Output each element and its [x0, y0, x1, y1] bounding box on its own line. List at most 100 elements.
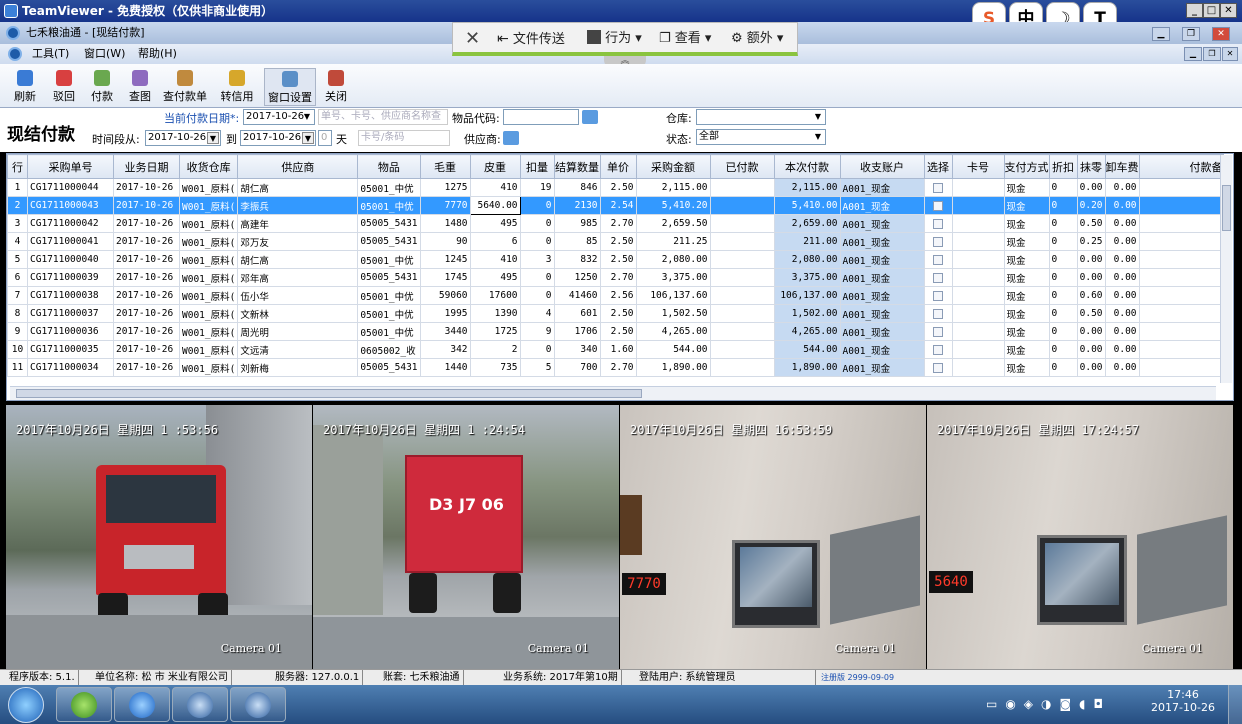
select-checkbox[interactable]	[933, 362, 944, 373]
column-header[interactable]: 选择	[923, 154, 953, 179]
taskbar-teamviewer[interactable]	[114, 687, 170, 722]
camera-view-2[interactable]: D3 J7 06 2017年10月26日 星期四 1 :24:54 Camera…	[313, 405, 619, 669]
table-row[interactable]: 2 CG1711000043 2017-10-26 W001_原料(李振兵 05001_…	[7, 196, 1224, 215]
range-from-input[interactable]: 2017-10-26 ▼	[145, 130, 221, 146]
table-cell[interactable]	[923, 304, 953, 323]
select-checkbox[interactable]	[933, 308, 944, 319]
status-select[interactable]: 全部 ▼	[696, 129, 826, 145]
app-close-button[interactable]: ✕	[1212, 27, 1230, 41]
table-cell[interactable]	[923, 250, 953, 269]
column-header[interactable]: 采购金额	[635, 154, 711, 179]
column-header[interactable]: 结算数量	[553, 154, 601, 179]
taskbar-app-2[interactable]	[230, 687, 286, 722]
table-cell[interactable]	[923, 196, 953, 215]
table-row[interactable]: 4 CG1711000041 2017-10-26 W001_原料(邓万友 05005_…	[7, 232, 1224, 251]
close-window-button[interactable]: ✕	[1220, 3, 1237, 18]
taskbar-app-1[interactable]	[172, 687, 228, 722]
camera-view-3[interactable]: 7770 2017年10月26日 星期四 16:53:59 Camera 01	[620, 405, 926, 669]
close-icon[interactable]: ✕	[465, 29, 480, 49]
minimize-button[interactable]: _	[1186, 3, 1203, 18]
extras-menu-button[interactable]: ⚙ 额外 ▾	[731, 29, 783, 49]
search-payment-button[interactable]: 查付款单	[160, 68, 210, 106]
select-checkbox[interactable]	[933, 290, 944, 301]
clock[interactable]: 17:46 2017-10-26	[1148, 688, 1218, 714]
table-row[interactable]: 6 CG1711000039 2017-10-26 W001_原料(邓年高 05005_…	[7, 268, 1224, 287]
menu-window[interactable]: 窗口(W)	[84, 44, 125, 64]
table-row[interactable]: 7 CG1711000038 2017-10-26 W001_原料(伍小华 05001_…	[7, 286, 1224, 305]
table-row[interactable]: 3 CG1711000042 2017-10-26 W001_原料(高建年 05005_…	[7, 214, 1224, 233]
taskbar-browser[interactable]	[56, 687, 112, 722]
select-checkbox[interactable]	[933, 344, 944, 355]
camera-view-4[interactable]: 5640 2017年10月26日 星期四 17:24:57 Camera 01	[927, 405, 1233, 669]
refresh-button[interactable]: 刷新	[8, 68, 42, 106]
mdi-restore-button[interactable]: ❐	[1203, 47, 1221, 61]
column-header[interactable]: 折扣	[1048, 154, 1078, 179]
app-minimize-button[interactable]: ▁	[1152, 27, 1170, 41]
column-header[interactable]: 采购单号	[27, 154, 114, 179]
table-row[interactable]: 10 CG1711000035 2017-10-26 W001_原料(文远清 06050…	[7, 340, 1224, 359]
column-header[interactable]: 业务日期	[113, 154, 180, 179]
column-header[interactable]: 付款备	[1138, 154, 1224, 179]
column-header[interactable]: 供应商	[237, 154, 359, 179]
column-header[interactable]: 行	[7, 154, 28, 179]
system-tray[interactable]: ▭◉◈◑◙◖◘	[986, 697, 1116, 713]
maximize-button[interactable]: □	[1203, 3, 1220, 18]
menu-help[interactable]: 帮助(H)	[138, 44, 177, 64]
show-desktop-button[interactable]	[1228, 685, 1242, 724]
view-image-button[interactable]: 查图	[124, 68, 156, 106]
table-cell[interactable]	[923, 286, 953, 305]
supplier-search-icon[interactable]	[503, 131, 519, 145]
horizontal-scrollbar[interactable]	[10, 386, 1216, 400]
search-input[interactable]: 单号、卡号、供应商名称查	[318, 109, 448, 125]
column-header[interactable]: 已付款	[709, 154, 775, 179]
product-code-input[interactable]	[503, 109, 579, 125]
table-row[interactable]: 1 CG1711000044 2017-10-26 W001_原料(胡仁高 05001_…	[7, 178, 1224, 197]
select-checkbox[interactable]	[933, 254, 944, 265]
days-input[interactable]: 0	[318, 130, 332, 146]
start-button[interactable]	[8, 687, 44, 723]
menu-tools[interactable]: 工具(T)	[32, 44, 69, 64]
file-transfer-button[interactable]: ⇤ 文件传送	[497, 29, 565, 49]
select-checkbox[interactable]	[933, 236, 944, 247]
close-button[interactable]: 关闭	[320, 68, 352, 106]
column-header[interactable]: 毛重	[419, 154, 471, 179]
table-cell[interactable]	[923, 358, 953, 377]
table-cell[interactable]	[923, 322, 953, 341]
table-row[interactable]: 5 CG1711000040 2017-10-26 W001_原料(胡仁高 05001_…	[7, 250, 1224, 269]
warehouse-select[interactable]: ▼	[696, 109, 826, 125]
action-menu-button[interactable]: 行为 ▾	[587, 29, 642, 49]
column-header[interactable]: 本次付款	[773, 154, 841, 179]
column-header[interactable]: 支付方式	[1003, 154, 1050, 179]
select-checkbox[interactable]	[933, 200, 944, 211]
vertical-scrollbar[interactable]	[1220, 155, 1232, 383]
column-header[interactable]: 收支账户	[839, 154, 925, 179]
table-cell[interactable]	[923, 340, 953, 359]
column-header[interactable]: 卸车费	[1104, 154, 1140, 179]
select-checkbox[interactable]	[933, 272, 944, 283]
select-checkbox[interactable]	[933, 218, 944, 229]
column-header[interactable]: 单价	[599, 154, 637, 179]
table-cell[interactable]	[923, 214, 953, 233]
window-settings-button[interactable]: 窗口设置	[264, 68, 316, 106]
table-row[interactable]: 9 CG1711000036 2017-10-26 W001_原料(周光明 05001_…	[7, 322, 1224, 341]
column-header[interactable]: 收货仓库	[178, 154, 239, 179]
column-header[interactable]: 扣量	[519, 154, 555, 179]
column-header[interactable]: 皮重	[469, 154, 521, 179]
table-cell[interactable]	[923, 268, 953, 287]
table-cell[interactable]	[923, 232, 953, 251]
pay-button[interactable]: 付款	[86, 68, 118, 106]
column-header[interactable]: 物品	[357, 154, 421, 179]
table-cell[interactable]	[923, 178, 953, 197]
reject-button[interactable]: 驳回	[48, 68, 80, 106]
view-menu-button[interactable]: ❐ 查看 ▾	[659, 29, 711, 49]
column-header[interactable]: 抹零	[1076, 154, 1106, 179]
payment-date-input[interactable]: 2017-10-26 ▼	[243, 109, 315, 125]
table-row[interactable]: 8 CG1711000037 2017-10-26 W001_原料(文新林 05001_…	[7, 304, 1224, 323]
table-row[interactable]: 11 CG1711000034 2017-10-26 W001_原料(刘新梅 05005…	[7, 358, 1224, 377]
mdi-close-button[interactable]: ✕	[1222, 47, 1238, 61]
credit-button[interactable]: 转信用	[216, 68, 258, 106]
camera-view-1[interactable]: 2017年10月26日 星期四 1 :53:56 Camera 01	[6, 405, 312, 669]
select-checkbox[interactable]	[933, 326, 944, 337]
range-to-input[interactable]: 2017-10-26 ▼	[240, 130, 316, 146]
card-input[interactable]: 卡号/条码	[358, 130, 450, 146]
